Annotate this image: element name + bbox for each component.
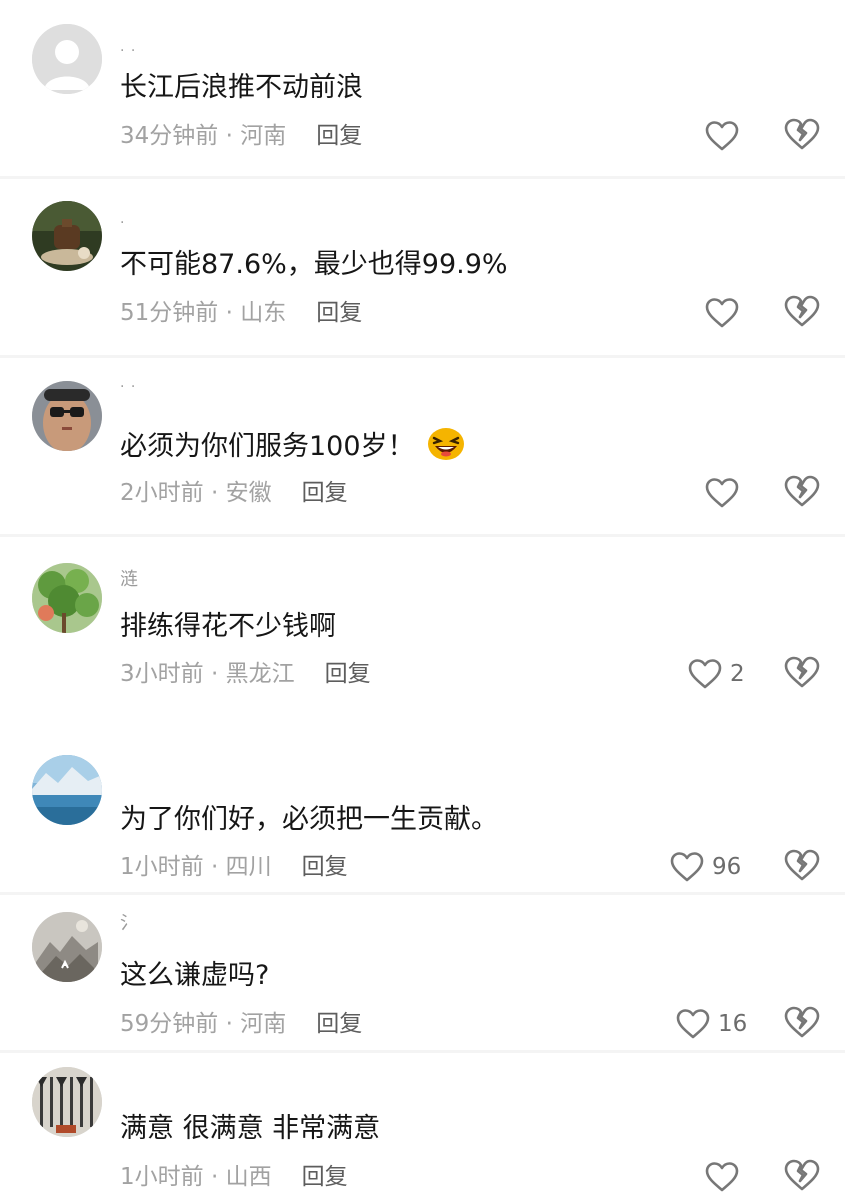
- comment-meta: 1小时前 · 四川 回复: [120, 852, 348, 882]
- like-count: 2: [730, 661, 745, 687]
- comment-time-location: 59分钟前 · 河南: [120, 1011, 287, 1037]
- comment-text: 满意 很满意 非常满意: [120, 1113, 381, 1144]
- like-button[interactable]: 16: [676, 1006, 747, 1042]
- comment-text: 这么谦虚吗?: [120, 960, 270, 991]
- comment-time-location: 51分钟前 · 山东: [120, 300, 287, 326]
- comment-time-location: 2小时前 · 安徽: [120, 480, 272, 506]
- comment-text: 不可能87.6%，最少也得99.9%: [120, 249, 508, 280]
- comment-meta: 1小时前 · 山西 回复: [120, 1162, 348, 1192]
- avatar[interactable]: [32, 755, 102, 825]
- broken-heart-icon: [784, 118, 820, 150]
- broken-heart-icon: [784, 295, 820, 327]
- heart-icon: [688, 659, 722, 689]
- broken-heart-icon: [784, 475, 820, 507]
- like-count: 96: [712, 854, 742, 880]
- avatar[interactable]: [32, 381, 102, 451]
- like-button[interactable]: [705, 475, 747, 511]
- dislike-button[interactable]: [784, 118, 820, 154]
- comment-time-location: 34分钟前 · 河南: [120, 123, 287, 149]
- comment-text: 排练得花不少钱啊: [120, 611, 336, 642]
- reply-button[interactable]: 回复: [316, 300, 362, 326]
- comment-time-location: 1小时前 · 四川: [120, 854, 272, 880]
- comment-meta: 59分钟前 · 河南 回复: [120, 1009, 362, 1039]
- dislike-button[interactable]: [784, 295, 820, 331]
- comment-meta: 51分钟前 · 山东 回复: [120, 298, 362, 328]
- avatar[interactable]: [32, 201, 102, 271]
- avatar[interactable]: [32, 563, 102, 633]
- reply-button[interactable]: 回复: [302, 1164, 348, 1190]
- broken-heart-icon: [784, 1006, 820, 1038]
- comment-time-location: 3小时前 · 黑龙江: [120, 661, 295, 687]
- like-button[interactable]: [705, 118, 747, 154]
- glacier-landscape-photo-icon: [32, 755, 102, 825]
- comment-meta: 3小时前 · 黑龙江 回复: [120, 659, 371, 689]
- comment-text-content: 必须为你们服务100岁！: [120, 431, 415, 462]
- weapons-rack-photo-icon: [32, 1067, 102, 1137]
- username[interactable]: 氵: [120, 913, 139, 935]
- dislike-button[interactable]: [784, 1159, 820, 1195]
- comment-divider: [0, 1050, 845, 1053]
- reply-button[interactable]: 回复: [316, 123, 362, 149]
- username[interactable]: · ·: [120, 376, 136, 398]
- broken-heart-icon: [784, 1159, 820, 1191]
- heart-icon: [705, 298, 739, 328]
- heart-icon: [676, 1009, 710, 1039]
- username[interactable]: · ·: [120, 40, 136, 62]
- avatar[interactable]: [32, 1067, 102, 1137]
- comment-divider: [0, 355, 845, 358]
- avatar[interactable]: [32, 912, 102, 982]
- comment-text: 必须为你们服务100岁！: [120, 427, 465, 465]
- like-count: 16: [718, 1011, 748, 1037]
- avatar[interactable]: [32, 24, 102, 94]
- like-button[interactable]: 96: [670, 849, 741, 885]
- comment-meta: 2小时前 · 安徽 回复: [120, 478, 348, 508]
- dislike-button[interactable]: [784, 475, 820, 511]
- comment-text: 长江后浪推不动前浪: [120, 72, 363, 103]
- dislike-button[interactable]: [784, 849, 820, 885]
- reply-button[interactable]: 回复: [316, 1011, 362, 1037]
- heart-icon: [670, 852, 704, 882]
- reply-button[interactable]: 回复: [302, 854, 348, 880]
- man-glasses-photo-icon: [32, 381, 102, 451]
- ink-painting-photo-icon: [32, 912, 102, 982]
- green-plant-photo-icon: [32, 563, 102, 633]
- comment-meta: 34分钟前 · 河南 回复: [120, 121, 362, 151]
- comment-divider: [0, 176, 845, 179]
- comment-text: 为了你们好，必须把一生贡献。: [120, 804, 498, 835]
- reply-button[interactable]: 回复: [325, 661, 371, 687]
- username[interactable]: 涟: [120, 569, 139, 591]
- like-button[interactable]: [705, 1159, 747, 1195]
- broken-heart-icon: [784, 849, 820, 881]
- username[interactable]: ·: [120, 212, 125, 234]
- reply-button[interactable]: 回复: [302, 480, 348, 506]
- dislike-button[interactable]: [784, 656, 820, 692]
- like-button[interactable]: [705, 295, 747, 331]
- teapot-photo-icon: [32, 201, 102, 271]
- heart-icon: [705, 1162, 739, 1192]
- comment-divider: [0, 892, 845, 895]
- comment-time-location: 1小时前 · 山西: [120, 1164, 272, 1190]
- heart-icon: [705, 121, 739, 151]
- default-user-icon: [32, 24, 102, 94]
- comment-divider: [0, 534, 845, 537]
- broken-heart-icon: [784, 656, 820, 688]
- laughing-emoji-icon: [427, 428, 464, 460]
- like-button[interactable]: 2: [688, 656, 745, 692]
- dislike-button[interactable]: [784, 1006, 820, 1042]
- heart-icon: [705, 478, 739, 508]
